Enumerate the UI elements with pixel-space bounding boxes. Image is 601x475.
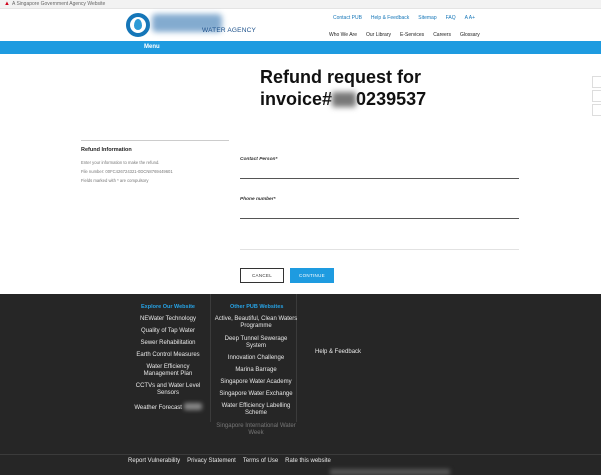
nav-who-we-are[interactable]: Who We Are [329, 32, 357, 38]
utility-links: Contact PUB Help & Feedback Sitemap FAQ … [333, 15, 475, 21]
page-title-line1: Refund request for [260, 67, 422, 87]
side-share-button[interactable] [592, 76, 601, 88]
privacy-statement-link[interactable]: Privacy Statement [187, 458, 236, 464]
footer-link-water-week[interactable]: Singapore International Water Week [214, 423, 298, 437]
logo-tagline: WATER AGENCY [202, 27, 257, 34]
continue-button[interactable]: CONTINUE [290, 268, 334, 283]
contact-person-input[interactable] [240, 167, 519, 179]
info-divider [81, 140, 229, 141]
redacted-block [332, 92, 357, 107]
menu-bar: Menu [0, 41, 601, 54]
footer-link-tap-water[interactable]: Quality of Tap Water [125, 328, 211, 335]
phone-number-input[interactable] [240, 207, 519, 219]
contact-link[interactable]: Contact PUB [333, 15, 362, 21]
site-logo[interactable]: WATER AGENCY [126, 12, 256, 38]
footer-bottom-divider [0, 454, 601, 455]
page-title-line2: invoice# 0239537 [260, 88, 510, 110]
footer-link-marina-barrage[interactable]: Marina Barrage [214, 367, 298, 374]
phone-number-label: Phone number* [240, 197, 276, 202]
side-print-button[interactable] [592, 90, 601, 102]
cancel-button[interactable]: CANCEL [240, 268, 284, 283]
footer-link-weather[interactable]: Weather Forecast [125, 403, 211, 412]
help-feedback-link[interactable]: Help & Feedback [371, 15, 409, 21]
weather-forecast-text: Weather Forecast [134, 405, 182, 411]
redacted-block [183, 403, 202, 410]
font-size-toggle[interactable]: A A+ [465, 15, 475, 21]
site-footer [0, 294, 601, 475]
footer-link-water-exchange[interactable]: Singapore Water Exchange [214, 391, 298, 398]
nav-careers[interactable]: Careers [433, 32, 451, 38]
footer-link-innovation[interactable]: Innovation Challenge [214, 355, 298, 362]
refund-info-heading: Refund Information [81, 147, 132, 153]
side-feedback-button[interactable] [592, 104, 601, 116]
footer-help-feedback-link[interactable]: Help & Feedback [315, 349, 361, 355]
footer-link-water-academy[interactable]: Singapore Water Academy [214, 379, 298, 386]
rate-website-link[interactable]: Rate this website [285, 458, 331, 464]
footer-legal-links: Report Vulnerability Privacy Statement T… [128, 458, 331, 464]
file-number: File number: 00FC426724321-0DCN876944960… [81, 169, 173, 174]
government-banner-text: A Singapore Government Agency Website [12, 1, 106, 7]
main-navigation: Who We Are Our Library E-Services Career… [329, 32, 480, 38]
footer-link-earth-control[interactable]: Earth Control Measures [125, 352, 211, 359]
footer-link-abc-waters[interactable]: Active, Beautiful, Clean Waters Programm… [214, 316, 298, 330]
title-prefix: invoice# [260, 89, 333, 109]
government-banner: ▲ A Singapore Government Agency Website [0, 0, 601, 9]
water-drop-icon [134, 19, 142, 30]
other-websites-heading: Other PUB Websites [230, 304, 284, 310]
compulsory-note: Fields marked with * are compulsory [81, 178, 149, 183]
terms-of-use-link[interactable]: Terms of Use [243, 458, 278, 464]
footer-link-deep-tunnel[interactable]: Deep Tunnel Sewerage System [214, 336, 298, 350]
nav-e-services[interactable]: E-Services [400, 32, 424, 38]
lion-head-icon: ▲ [4, 1, 10, 7]
nav-our-library[interactable]: Our Library [366, 32, 391, 38]
menu-button[interactable]: Menu [144, 44, 160, 50]
form-divider [240, 249, 519, 250]
footer-link-labelling-scheme[interactable]: Water Efficiency Labelling Scheme [214, 403, 298, 417]
footer-link-water-efficiency[interactable]: Water Efficiency Management Plan [130, 364, 206, 378]
site-header: WATER AGENCY Contact PUB Help & Feedback… [0, 9, 601, 41]
copyright-text [330, 469, 450, 475]
page-title: Refund request for invoice# 0239537 [260, 66, 510, 110]
title-invoice-number: 0239537 [356, 89, 427, 109]
refund-instruction: Enter your information to make the refun… [81, 160, 160, 165]
footer-link-newater[interactable]: NEWater Technology [125, 316, 211, 323]
report-vulnerability-link[interactable]: Report Vulnerability [128, 458, 180, 464]
faq-link[interactable]: FAQ [446, 15, 456, 21]
explore-heading: Explore Our Website [141, 304, 195, 310]
footer-link-cctv[interactable]: CCTVs and Water Level Sensors [130, 383, 206, 397]
contact-person-label: Contact Person* [240, 157, 278, 162]
nav-glossary[interactable]: Glossary [460, 32, 480, 38]
sitemap-link[interactable]: Sitemap [418, 15, 436, 21]
footer-link-sewer[interactable]: Sewer Rehabilitation [125, 340, 211, 347]
